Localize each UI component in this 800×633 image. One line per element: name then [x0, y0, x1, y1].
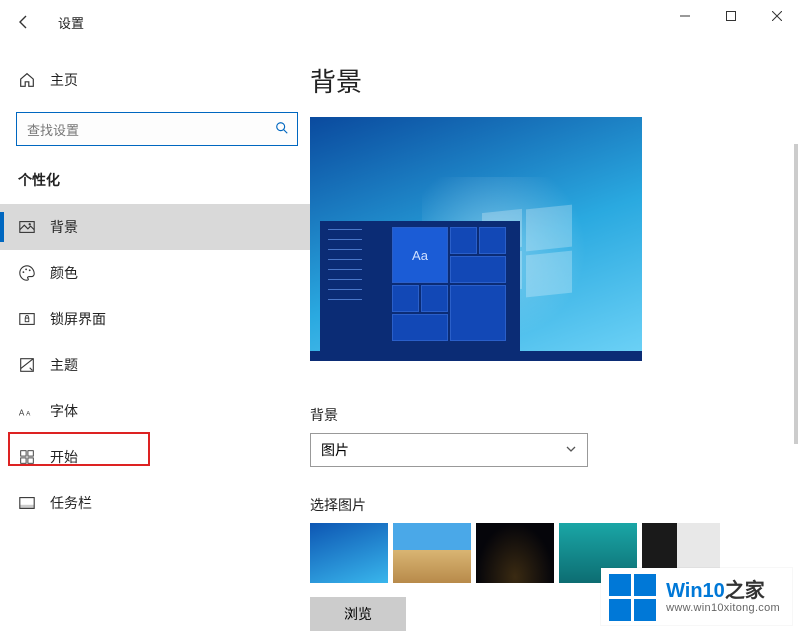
sidebar-section-header: 个性化 — [0, 164, 310, 204]
chevron-down-icon — [565, 442, 577, 458]
preview-sample-text: Aa — [412, 248, 428, 263]
home-icon — [18, 71, 36, 89]
dropdown-value: 图片 — [321, 440, 349, 460]
window-title: 设置 — [58, 13, 84, 32]
search-input[interactable]: 查找设置 — [16, 112, 298, 146]
background-preview: Aa — [310, 117, 642, 361]
background-type-dropdown[interactable]: 图片 — [310, 433, 588, 467]
page-title: 背景 — [310, 62, 800, 99]
close-icon — [772, 11, 782, 21]
browse-button[interactable]: 浏览 — [310, 597, 406, 631]
content-area: 背景 Aa — [310, 44, 800, 633]
themes-icon — [18, 356, 36, 374]
thumbnail-1[interactable] — [310, 523, 388, 583]
taskbar-icon — [18, 494, 36, 512]
sidebar-item-label: 主题 — [50, 355, 78, 375]
start-icon — [18, 448, 36, 466]
sidebar-item-colors[interactable]: 颜色 — [0, 250, 310, 296]
sidebar-item-label: 锁屏界面 — [50, 309, 106, 329]
watermark-logo-icon — [609, 574, 656, 621]
watermark-url: www.win10xitong.com — [666, 602, 780, 614]
maximize-button[interactable] — [708, 0, 754, 32]
watermark-brand: Win10之家 — [666, 580, 780, 602]
palette-icon — [18, 264, 36, 282]
sidebar: 主页 查找设置 个性化 背景 颜色 锁屏界面 主题 AA 字体 — [0, 44, 310, 633]
sidebar-item-label: 开始 — [50, 447, 78, 467]
sidebar-item-taskbar[interactable]: 任务栏 — [0, 480, 310, 526]
home-label: 主页 — [50, 70, 78, 90]
maximize-icon — [726, 11, 736, 21]
home-link[interactable]: 主页 — [0, 60, 310, 100]
thumbnail-3[interactable] — [476, 523, 554, 583]
sidebar-item-label: 字体 — [50, 401, 78, 421]
sidebar-item-themes[interactable]: 主题 — [0, 342, 310, 388]
preview-start-menu: Aa — [320, 221, 520, 351]
back-button[interactable] — [0, 0, 48, 44]
window-controls — [662, 0, 800, 32]
svg-text:A: A — [19, 409, 25, 418]
sidebar-item-label: 背景 — [50, 217, 78, 237]
thumbnail-2[interactable] — [393, 523, 471, 583]
sidebar-item-start[interactable]: 开始 — [0, 434, 310, 480]
titlebar: 设置 — [0, 0, 800, 44]
font-icon: AA — [18, 402, 36, 420]
search-icon — [275, 121, 289, 138]
minimize-icon — [680, 11, 690, 21]
close-button[interactable] — [754, 0, 800, 32]
search-placeholder: 查找设置 — [27, 120, 275, 139]
svg-text:A: A — [26, 411, 31, 418]
background-field-label: 背景 — [310, 405, 800, 425]
watermark: Win10之家 www.win10xitong.com — [601, 568, 792, 625]
picture-icon — [18, 218, 36, 236]
lockscreen-icon — [18, 310, 36, 328]
minimize-button[interactable] — [662, 0, 708, 32]
sidebar-item-lockscreen[interactable]: 锁屏界面 — [0, 296, 310, 342]
sidebar-item-background[interactable]: 背景 — [0, 204, 310, 250]
arrow-left-icon — [16, 14, 32, 30]
sidebar-item-fonts[interactable]: AA 字体 — [0, 388, 310, 434]
sidebar-item-label: 任务栏 — [50, 493, 92, 513]
sidebar-item-label: 颜色 — [50, 263, 78, 283]
scrollbar[interactable] — [794, 144, 798, 444]
choose-picture-label: 选择图片 — [310, 495, 800, 515]
